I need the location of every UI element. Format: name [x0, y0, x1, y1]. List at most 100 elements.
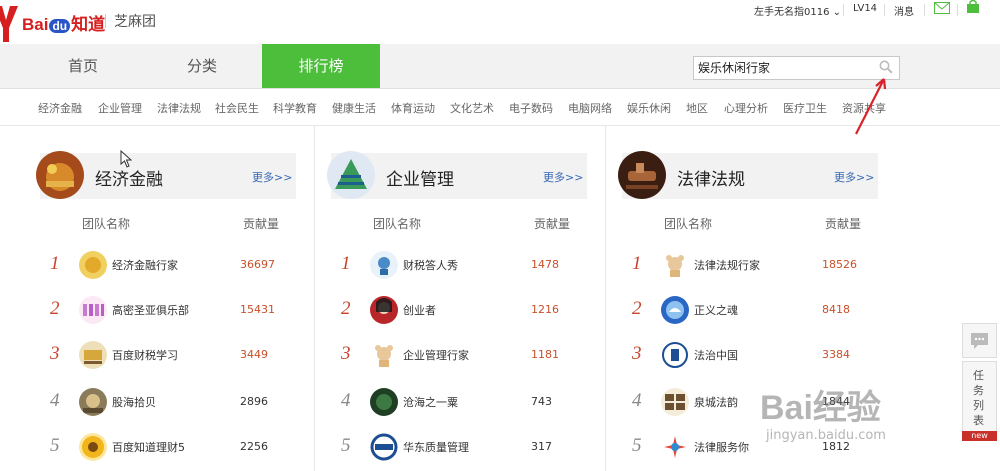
logo-divider — [105, 14, 106, 28]
rank-number: 1 — [341, 253, 351, 274]
category-link[interactable]: 医疗卫生 — [783, 100, 827, 116]
task-list-button[interactable]: 任务列表 — [962, 361, 997, 433]
team-name[interactable]: 泉城法韵 — [694, 394, 738, 410]
team-avatar — [79, 251, 107, 279]
team-name[interactable]: 创业者 — [403, 302, 436, 318]
team-name[interactable]: 法治中国 — [694, 347, 738, 363]
user-name: 左手无名指0116 — [754, 7, 830, 18]
category-link[interactable]: 娱乐休闲 — [627, 100, 671, 116]
rank-number: 3 — [341, 343, 351, 364]
tab-home[interactable]: 首页 — [24, 44, 142, 88]
ranking-row[interactable]: 2 创业者 1216 — [331, 293, 587, 329]
chat-bubble-icon — [971, 333, 988, 349]
more-link[interactable]: 更多>> — [834, 169, 874, 185]
team-name[interactable]: 法律服务你 — [694, 439, 749, 455]
category-link[interactable]: 资源共享 — [842, 100, 886, 116]
mouse-cursor-icon — [120, 150, 132, 168]
ranking-row[interactable]: 4 沧海之一粟 743 — [331, 385, 587, 421]
team-name[interactable]: 财税答人秀 — [403, 257, 458, 273]
team-name[interactable]: 华东质量管理 — [403, 439, 469, 455]
mail-icon[interactable] — [934, 2, 950, 14]
team-name[interactable]: 股海拾贝 — [112, 394, 156, 410]
contribution-value: 3384 — [822, 348, 850, 361]
watermark-url: jingyan.baidu.com — [766, 428, 886, 443]
contribution-value: 8418 — [822, 303, 850, 316]
search-box — [693, 56, 900, 80]
column-divider — [314, 126, 315, 471]
category-bar: 经济金融 企业管理 法律法规 社会民生 科学教育 健康生活 体育运动 文化艺术 … — [0, 89, 1000, 126]
team-name[interactable]: 百度财税学习 — [112, 347, 178, 363]
feedback-button[interactable] — [962, 323, 997, 358]
tab-categories[interactable]: 分类 — [143, 44, 261, 88]
ranking-row[interactable]: 1 经济金融行家 36697 — [40, 248, 296, 284]
ranking-row[interactable]: 5 百度知道理财5 2256 — [40, 430, 296, 466]
category-avatar — [327, 151, 375, 199]
rank-number: 2 — [341, 298, 351, 319]
team-name[interactable]: 高密圣亚俱乐部 — [112, 302, 189, 318]
rank-number: 3 — [632, 343, 642, 364]
team-name[interactable]: 企业管理行家 — [403, 347, 469, 363]
contribution-value: 3449 — [240, 348, 268, 361]
team-name[interactable]: 经济金融行家 — [112, 257, 178, 273]
ranking-row[interactable]: 5 华东质量管理 317 — [331, 430, 587, 466]
category-link[interactable]: 体育运动 — [391, 100, 435, 116]
team-avatar — [370, 251, 398, 279]
ranking-row[interactable]: 3 企业管理行家 1181 — [331, 338, 587, 374]
rank-number: 5 — [632, 435, 642, 456]
team-avatar — [79, 296, 107, 324]
ranking-row[interactable]: 4 股海拾贝 2896 — [40, 385, 296, 421]
messages-link[interactable]: 消息 — [894, 3, 914, 18]
contribution-value: 2256 — [240, 440, 268, 453]
team-name[interactable]: 法律法规行家 — [694, 257, 760, 273]
tab-rankings[interactable]: 排行榜 — [262, 44, 380, 88]
more-link[interactable]: 更多>> — [543, 169, 583, 185]
more-link[interactable]: 更多>> — [252, 169, 292, 185]
rank-number: 2 — [50, 298, 60, 319]
category-link[interactable]: 电子数码 — [509, 100, 553, 116]
category-link[interactable]: 地区 — [686, 100, 708, 116]
category-link[interactable]: 社会民生 — [215, 100, 259, 116]
rank-number: 2 — [632, 298, 642, 319]
column-header-contribution: 贡献量 — [243, 217, 280, 231]
user-level[interactable]: LV14 — [853, 3, 877, 14]
contribution-value: 18526 — [822, 258, 857, 271]
ranking-row[interactable]: 2 高密圣亚俱乐部 15431 — [40, 293, 296, 329]
team-name[interactable]: 百度知道理财5 — [112, 439, 185, 455]
category-link[interactable]: 文化艺术 — [450, 100, 494, 116]
panel-title: 企业管理 — [386, 170, 454, 190]
site-name[interactable]: 芝麻团 — [114, 11, 156, 31]
category-link[interactable]: 法律法规 — [157, 100, 201, 116]
rank-number: 3 — [50, 343, 60, 364]
column-header-contribution: 贡献量 — [534, 217, 571, 231]
contribution-value: 1478 — [531, 258, 559, 271]
shopping-bag-icon[interactable] — [966, 0, 980, 14]
rank-number: 1 — [632, 253, 642, 274]
contribution-value: 1216 — [531, 303, 559, 316]
team-name[interactable]: 正义之魂 — [694, 302, 738, 318]
ranking-row[interactable]: 1 财税答人秀 1478 — [331, 248, 587, 284]
ranking-row[interactable]: 2 正义之魂 8418 — [622, 293, 878, 329]
search-input[interactable] — [696, 58, 870, 76]
team-name[interactable]: 沧海之一粟 — [403, 394, 458, 410]
ranking-row[interactable]: 1 法律法规行家 18526 — [622, 248, 878, 284]
category-link[interactable]: 健康生活 — [332, 100, 376, 116]
panel-header: 法律法规 更多>> — [618, 151, 878, 199]
category-link[interactable]: 企业管理 — [98, 100, 142, 116]
rank-number: 1 — [50, 253, 60, 274]
category-link[interactable]: 经济金融 — [38, 100, 82, 116]
ranking-row[interactable]: 3 法治中国 3384 — [622, 338, 878, 374]
search-icon[interactable] — [879, 60, 893, 74]
ranking-row[interactable]: 3 百度财税学习 3449 — [40, 338, 296, 374]
category-link[interactable]: 科学教育 — [273, 100, 317, 116]
separator — [957, 4, 958, 16]
baidu-zhidao-logo[interactable]: Bai du 知道 — [22, 10, 105, 35]
rank-number: 4 — [341, 390, 351, 411]
baidu-mascot-icon — [0, 6, 18, 42]
separator — [924, 4, 925, 16]
category-link[interactable]: 电脑网络 — [568, 100, 612, 116]
team-avatar — [370, 296, 398, 324]
category-avatar — [618, 151, 666, 199]
contribution-value: 743 — [531, 395, 552, 408]
category-link[interactable]: 心理分析 — [724, 100, 768, 116]
user-menu[interactable]: 左手无名指0116 ⌄ — [754, 3, 841, 18]
